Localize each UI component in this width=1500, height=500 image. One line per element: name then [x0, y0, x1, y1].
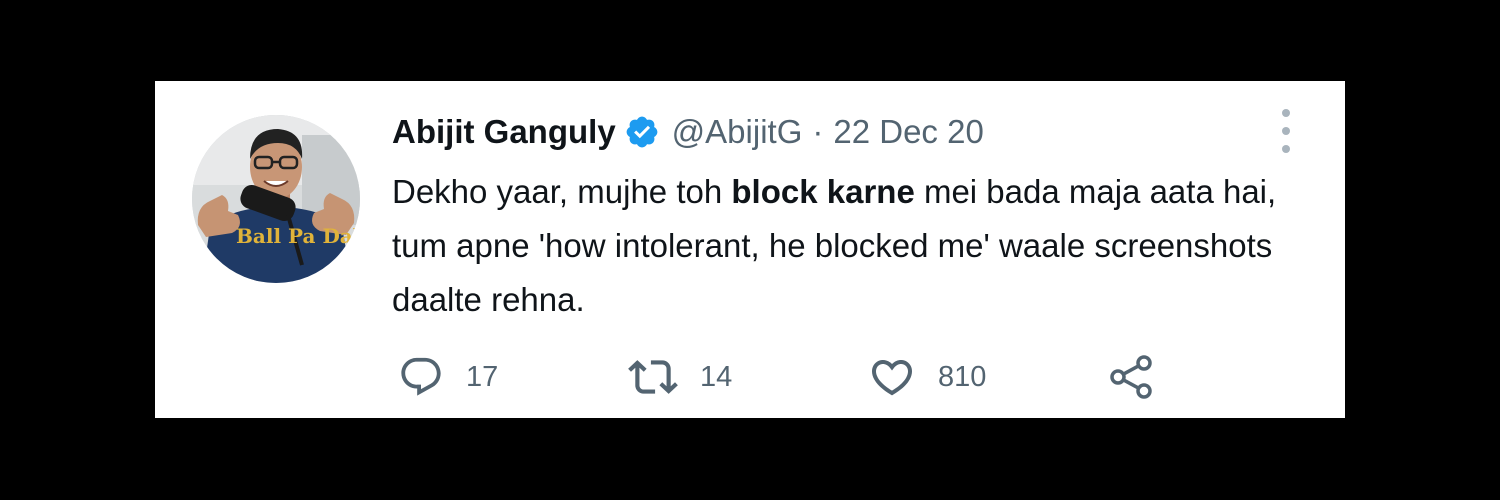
heart-icon [868, 353, 916, 401]
retweet-button[interactable]: 14 [628, 351, 732, 403]
tweet-card: Ball Pa Dabb... Abijit Ganguly @AbijitG … [155, 81, 1345, 418]
like-count: 810 [938, 360, 987, 393]
reply-button[interactable]: 17 [398, 351, 498, 403]
like-button[interactable]: 810 [868, 351, 986, 403]
avatar[interactable]: Ball Pa Dabb... [192, 115, 360, 283]
shirt-print-text: Ball Pa Dabb... [236, 224, 360, 248]
share-icon [1108, 353, 1156, 401]
share-button[interactable] [1108, 351, 1156, 403]
tweet-actions: 17 14 810 [392, 351, 1192, 403]
tweet-header: Abijit Ganguly @AbijitG · 22 Dec 20 [392, 109, 984, 155]
screenshot-stage: Ball Pa Dabb... Abijit Ganguly @AbijitG … [0, 0, 1500, 500]
tweet-text-bold: block karne [731, 173, 915, 210]
tweet-text: Dekho yaar, mujhe toh block karne mei ba… [392, 165, 1322, 327]
retweet-icon [628, 352, 678, 402]
more-dot [1282, 127, 1290, 135]
header-separator: · [812, 113, 824, 150]
retweet-count: 14 [700, 360, 733, 393]
tweet-date[interactable]: 22 Dec 20 [833, 113, 983, 151]
tweet-text-start: Dekho yaar, mujhe toh [392, 173, 732, 210]
avatar-image: Ball Pa Dabb... [192, 115, 360, 283]
more-dot [1282, 145, 1290, 153]
user-handle[interactable]: @AbijitG [672, 113, 803, 151]
reply-count: 17 [466, 360, 499, 393]
more-dot [1282, 109, 1290, 117]
more-options-icon[interactable] [1273, 109, 1299, 153]
display-name[interactable]: Abijit Ganguly [392, 113, 616, 151]
reply-icon [398, 354, 444, 400]
verified-badge-icon [624, 114, 660, 150]
